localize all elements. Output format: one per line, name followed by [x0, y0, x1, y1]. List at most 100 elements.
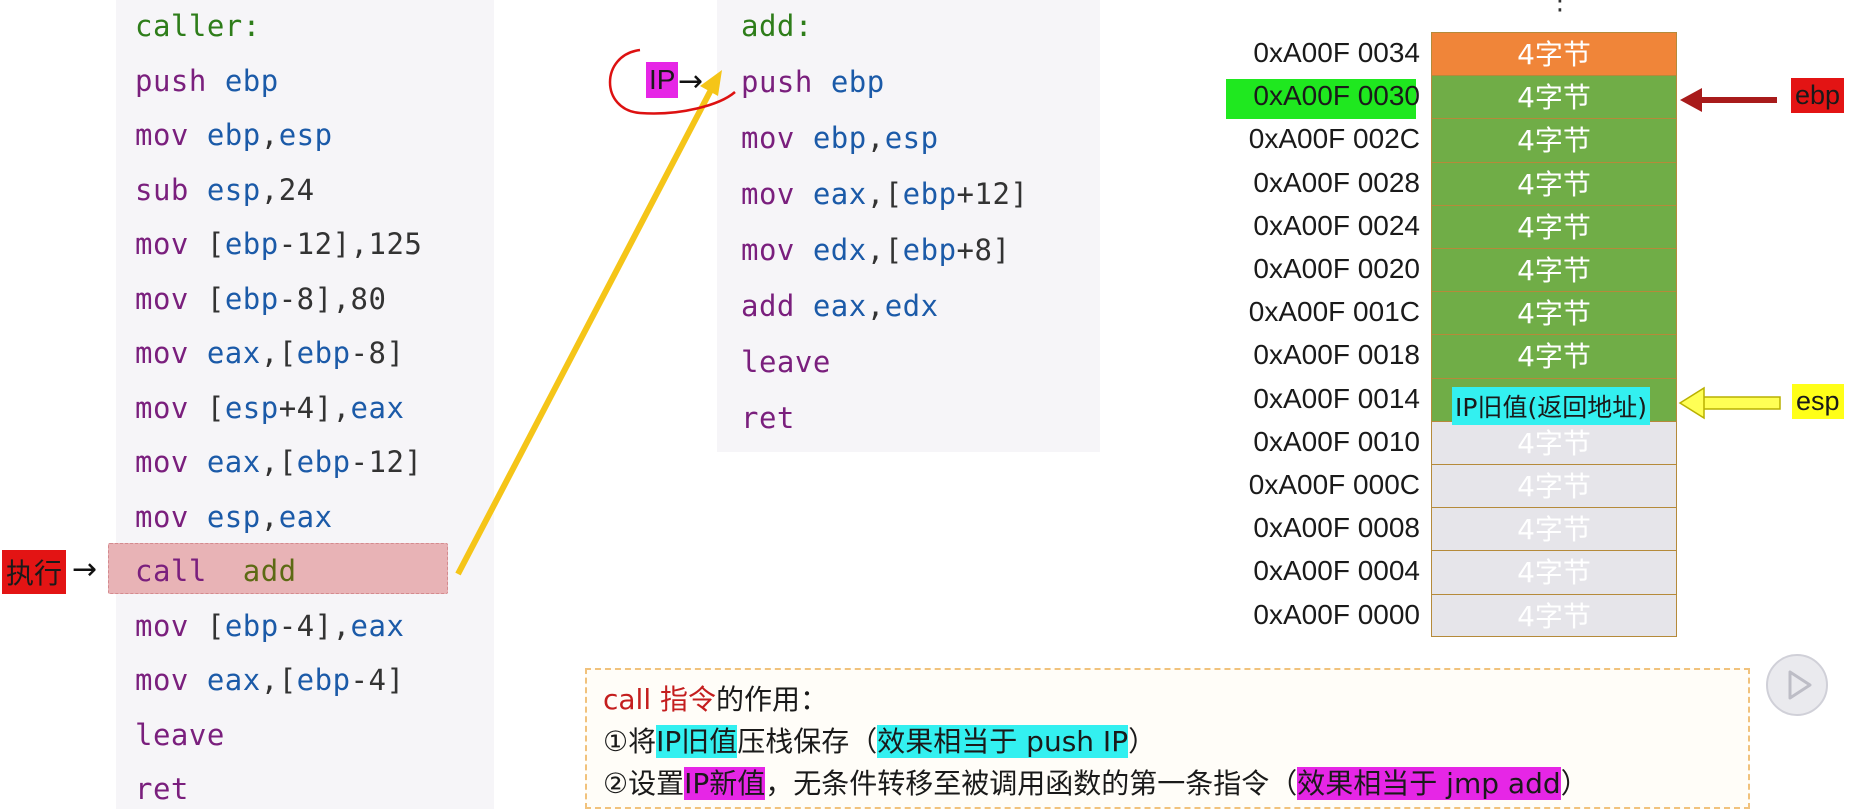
add-code-line: add eax,edx: [741, 286, 939, 326]
stack-address: 0xA00F 0000: [1253, 598, 1420, 630]
caller-code-token: mov: [135, 663, 207, 697]
caller-code-token: eax: [206, 445, 261, 479]
note-line-2-b: ，无条件转移至被调用函数的第一条指令（: [765, 767, 1298, 800]
add-code-token: ebp: [812, 121, 867, 155]
caller-code-line: mov ebp,esp: [135, 115, 333, 155]
caller-code-token: caller:: [135, 9, 261, 43]
stack-address: 0xA00F 0030: [1253, 80, 1420, 112]
caller-code-token: leave: [135, 717, 225, 752]
caller-code-token: mov: [135, 281, 207, 316]
add-code-line: ret: [741, 398, 795, 438]
note-title: call 指令的作用：: [603, 680, 828, 720]
add-code-line: add:: [741, 6, 813, 46]
caller-code-token: -4]: [350, 663, 405, 697]
stack-cell: 4字节: [1431, 420, 1677, 464]
stack-address: 0xA00F 0024: [1253, 209, 1420, 241]
stack-address: 0xA00F 002C: [1248, 123, 1420, 155]
caller-code-token: push: [135, 63, 225, 98]
caller-code-line: leave: [135, 715, 225, 755]
stack-cell: 4字节: [1431, 75, 1677, 119]
stack-address: 0xA00F 0004: [1253, 555, 1420, 587]
caller-code-token: ebp: [224, 63, 279, 98]
caller-code-token: esp: [206, 172, 261, 207]
ip-arrow: →: [678, 64, 704, 99]
caller-code-token: mov: [135, 445, 207, 479]
add-code-token: push: [741, 65, 831, 99]
note-line-1-c: ）: [1128, 725, 1157, 758]
caller-code-token: eax: [350, 608, 405, 643]
jump-arrow-line: [455, 84, 716, 576]
add-code-token: mov: [741, 233, 813, 267]
add-code-token: ebp: [902, 233, 957, 267]
caller-code-token: esp: [206, 499, 261, 534]
add-code-token: eax: [812, 177, 867, 211]
caller-code-token: eax: [350, 390, 405, 425]
ip-label: IP: [646, 62, 679, 98]
add-code-line: mov edx,[ebp+8]: [741, 230, 1010, 270]
caller-code-token: esp: [278, 118, 333, 152]
caller-code-token: mov: [135, 390, 207, 425]
caller-code-token: ebp: [296, 336, 351, 370]
add-code-token: +12]: [956, 177, 1029, 211]
caller-code-token: esp: [224, 390, 279, 425]
stack-cell: 4字节: [1431, 204, 1677, 248]
caller-code-line: mov [ebp-4],eax: [135, 606, 404, 646]
add-code-token: add: [741, 289, 813, 323]
caller-code-token: [: [206, 281, 225, 316]
add-code-token: ebp: [830, 65, 885, 99]
esp-label: esp: [1792, 384, 1844, 419]
stack-address: 0xA00F 0018: [1253, 339, 1420, 371]
play-button[interactable]: [1766, 654, 1828, 716]
exec-label: 执行: [2, 550, 67, 594]
caller-code-token: mov: [135, 227, 207, 261]
caller-code-token: [: [206, 390, 225, 425]
note-line-2-highlight: IP新值: [684, 767, 766, 800]
add-code-token: edx: [884, 289, 939, 323]
esp-cell-label: IP旧值(返回地址): [1452, 387, 1650, 425]
caller-code-token: -12]: [350, 445, 423, 479]
esp-arrow-shaft: [1701, 396, 1781, 410]
caller-code-token: +4],: [278, 390, 351, 425]
caller-code-token: ebp: [224, 608, 279, 643]
add-code-line: leave: [741, 342, 831, 382]
note-title-keyword: call 指令: [603, 683, 717, 716]
caller-code-token: -8]: [350, 336, 405, 370]
stack-address: 0xA00F 001C: [1248, 296, 1420, 328]
caller-code-token: ebp: [296, 663, 351, 697]
caller-code-token: mov: [135, 499, 207, 534]
add-code-token: ret: [741, 401, 795, 435]
add-code-token: add:: [741, 9, 813, 43]
add-code-token: mov: [741, 177, 813, 211]
stack-address: 0xA00F 0008: [1253, 512, 1420, 544]
exec-arrow: →: [72, 552, 98, 587]
add-code-token: ,[: [866, 177, 903, 211]
caller-code-token: eax: [206, 663, 261, 697]
stack-address: 0xA00F 0020: [1253, 253, 1420, 284]
stack-cell: 4字节: [1431, 161, 1677, 205]
caller-code-token: ebp: [224, 281, 279, 316]
stack-address: 0xA00F 0010: [1253, 425, 1420, 457]
caller-code-token: ,[: [260, 663, 297, 697]
stack-cell: 4字节: [1431, 464, 1677, 508]
caller-code-line: sub esp,24: [135, 170, 315, 210]
caller-code-token: -12],125: [278, 227, 423, 261]
stack-cell: 4字节: [1431, 507, 1677, 551]
caller-code-token: -8],80: [278, 281, 387, 316]
stack-continuation-dots: ⋮: [1547, 0, 1573, 16]
caller-code-token: call: [135, 554, 243, 588]
add-code-token: eax: [812, 289, 867, 323]
caller-code-token: ,: [260, 499, 279, 534]
add-code-line: mov eax,[ebp+12]: [741, 174, 1028, 214]
add-code-token: edx: [812, 233, 867, 267]
caller-code-token: sub: [135, 172, 207, 207]
caller-code-token: mov: [135, 336, 207, 370]
ebp-label: ebp: [1791, 78, 1845, 113]
note-title-rest: 的作用：: [716, 683, 829, 716]
note-line-2-a: ②设置: [603, 767, 685, 800]
note-line-2-highlight-2: 效果相当于 jmp add: [1297, 767, 1561, 800]
caller-code-token: ebp: [206, 118, 261, 152]
caller-code-token: ret: [135, 772, 189, 806]
add-code-token: ,[: [866, 233, 903, 267]
add-code-line: push ebp: [741, 62, 885, 102]
caller-code-token: ,24: [260, 172, 315, 207]
